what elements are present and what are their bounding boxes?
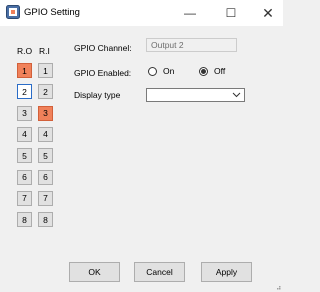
gpio-enabled-label: GPIO Enabled: [74,68,132,78]
ri-column-header: R.I [39,46,50,56]
maximize-icon: ☐ [225,6,237,20]
ri-pin-1[interactable]: 1 [38,63,53,78]
ro-column-header: R.O [17,46,33,56]
ok-button[interactable]: OK [69,262,120,282]
resize-grip-icon[interactable] [275,284,281,290]
minimize-icon: — [184,6,196,20]
gpio-channel-label: GPIO Channel: [74,43,132,53]
ro-pin-6[interactable]: 6 [17,169,32,185]
cancel-button[interactable]: Cancel [134,262,185,282]
enabled-on-label: On [163,66,175,76]
window-title: GPIO Setting [24,7,80,18]
apply-button[interactable]: Apply [201,262,252,282]
radio-unchecked-icon [148,66,157,76]
dialog-body: R.O R.I 1234567812345678 GPIO Channel: O… [0,26,283,292]
chevron-down-icon [232,92,241,98]
ro-pin-1[interactable]: 1 [17,63,32,78]
minimize-button[interactable]: — [172,0,208,26]
ri-pin-8[interactable]: 8 [38,212,53,228]
close-icon: ✕ [262,4,274,21]
ri-pin-4[interactable]: 4 [38,126,53,142]
ro-pin-5[interactable]: 5 [17,148,32,164]
ri-pin-2[interactable]: 2 [38,84,53,100]
ro-pin-4[interactable]: 4 [17,126,32,142]
display-type-label: Display type [74,90,121,100]
enabled-on-radio[interactable]: On [148,66,174,76]
ri-pin-3[interactable]: 3 [38,105,53,121]
ro-pin-7[interactable]: 7 [17,190,32,206]
ro-pin-8[interactable]: 8 [17,212,32,228]
radio-checked-icon [199,66,208,76]
title-bar: GPIO Setting — ☐ ✕ [0,0,283,26]
maximize-button[interactable]: ☐ [213,0,249,26]
ro-pin-3[interactable]: 3 [17,105,32,121]
ri-pin-5[interactable]: 5 [38,148,53,164]
gpio-channel-field: Output 2 [146,38,237,52]
ri-pin-6[interactable]: 6 [38,169,53,185]
ri-pin-7[interactable]: 7 [38,190,53,206]
display-type-select[interactable] [146,88,245,102]
enabled-off-radio[interactable]: Off [199,66,225,76]
ro-pin-2[interactable]: 2 [17,84,32,100]
close-button[interactable]: ✕ [250,0,286,26]
enabled-off-label: Off [214,66,226,76]
gpio-channel-value: Output 2 [151,40,184,50]
app-icon [6,5,20,19]
